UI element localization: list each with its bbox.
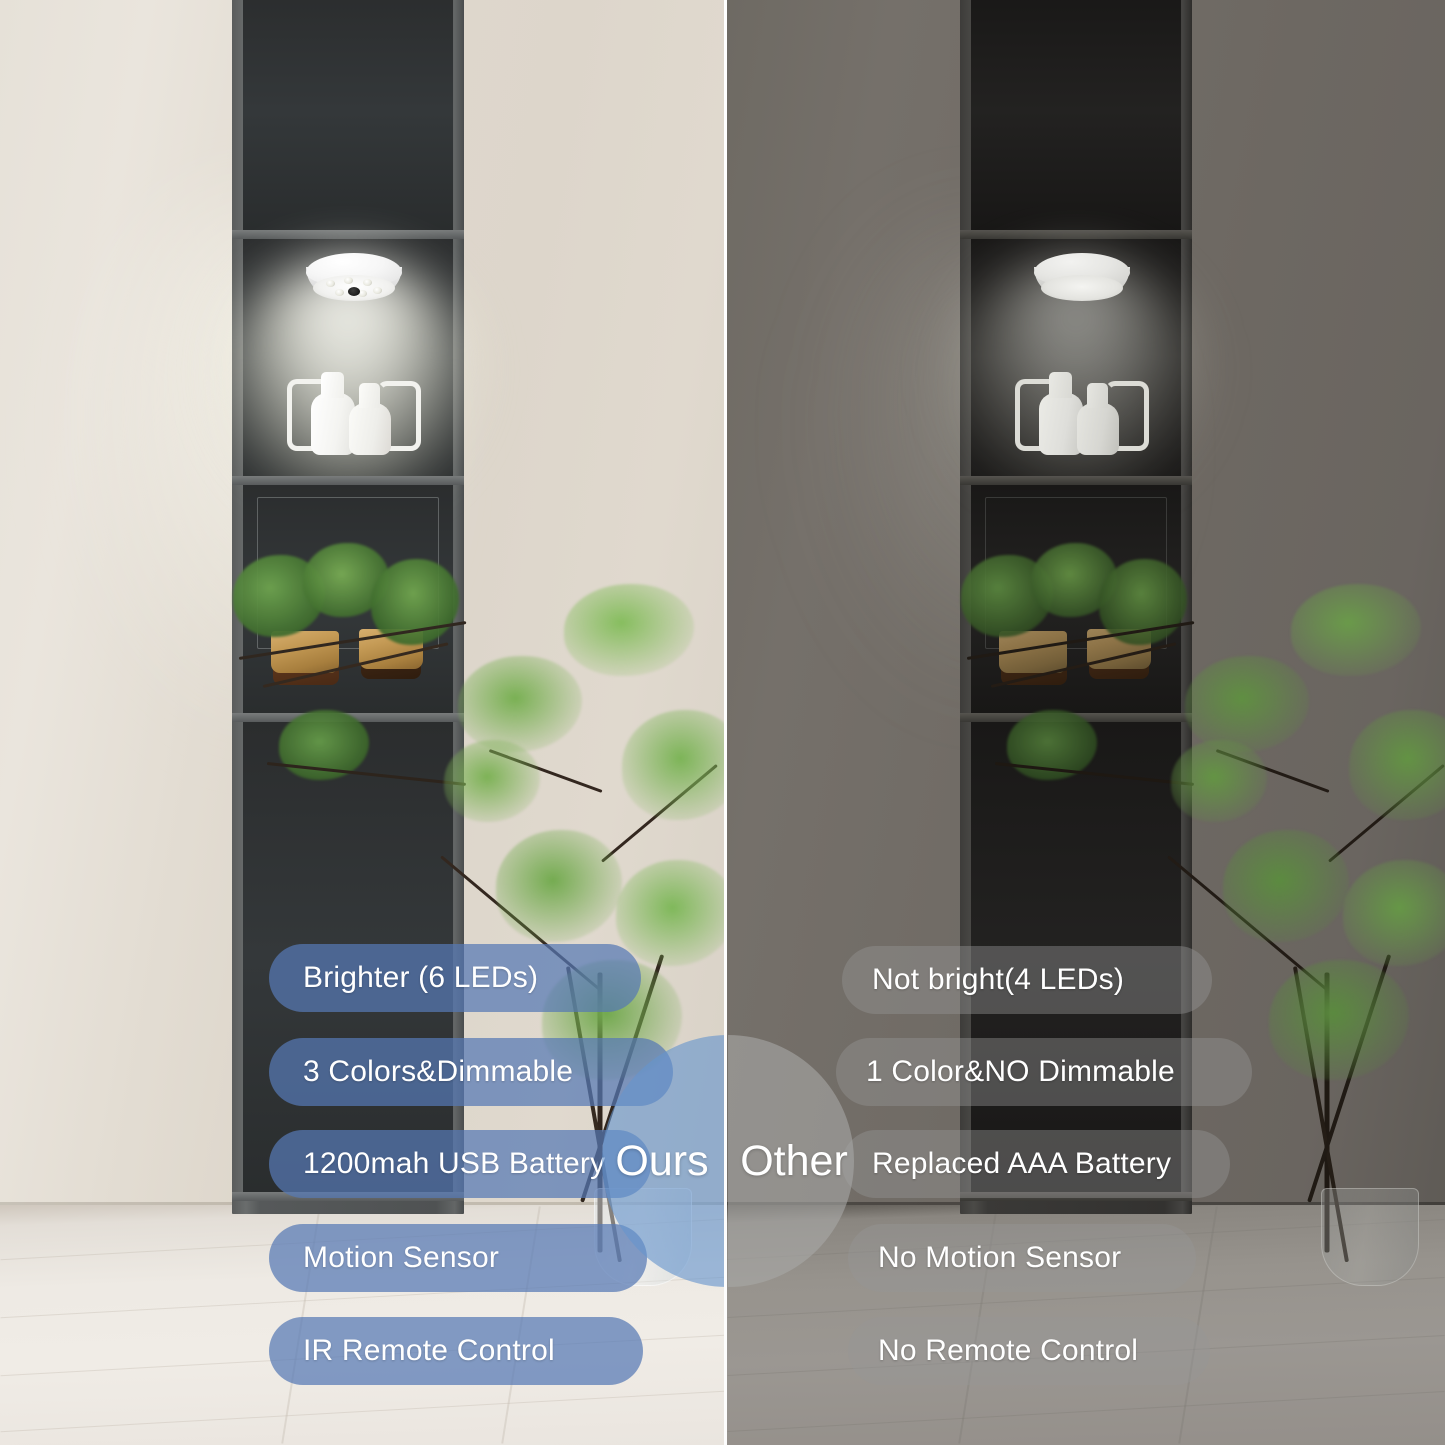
vase-left-neck (321, 372, 344, 398)
other-feature-4: No Motion Sensor (848, 1224, 1196, 1292)
vase-right (1077, 403, 1119, 455)
other-feature-2: 1 Color&NO Dimmable (836, 1038, 1252, 1106)
vase-group (285, 367, 421, 459)
other-feature-5: No Remote Control (848, 1317, 1210, 1385)
ours-feature-1: Brighter (6 LEDs) (269, 944, 641, 1012)
puck-light-icon (306, 253, 402, 305)
vase-right-neck (1087, 383, 1108, 408)
vase-group (1013, 367, 1149, 459)
shelf-cabinet (221, 0, 475, 1214)
vase-left-neck (1049, 372, 1072, 398)
other-feature-1: Not bright(4 LEDs) (842, 946, 1212, 1014)
split-divider (724, 0, 727, 1445)
puck-light-icon (1034, 253, 1130, 305)
ours-feature-3: 1200mah USB Battery (269, 1130, 651, 1198)
ours-feature-5: IR Remote Control (269, 1317, 643, 1385)
plant-icon (1167, 560, 1445, 1320)
ours-feature-4: Motion Sensor (269, 1224, 647, 1292)
plant-icon (440, 560, 725, 1320)
ours-feature-2: 3 Colors&Dimmable (269, 1038, 673, 1106)
vase-icon (1321, 1188, 1419, 1286)
product-comparison-image: Brighter (6 LEDs) 3 Colors&Dimmable 1200… (0, 0, 1445, 1445)
vase-right (349, 403, 391, 455)
vase-right-neck (359, 383, 380, 408)
other-feature-3: Replaced AAA Battery (842, 1130, 1230, 1198)
shelf-cabinet (949, 0, 1203, 1214)
motion-sensor-icon (348, 287, 360, 296)
